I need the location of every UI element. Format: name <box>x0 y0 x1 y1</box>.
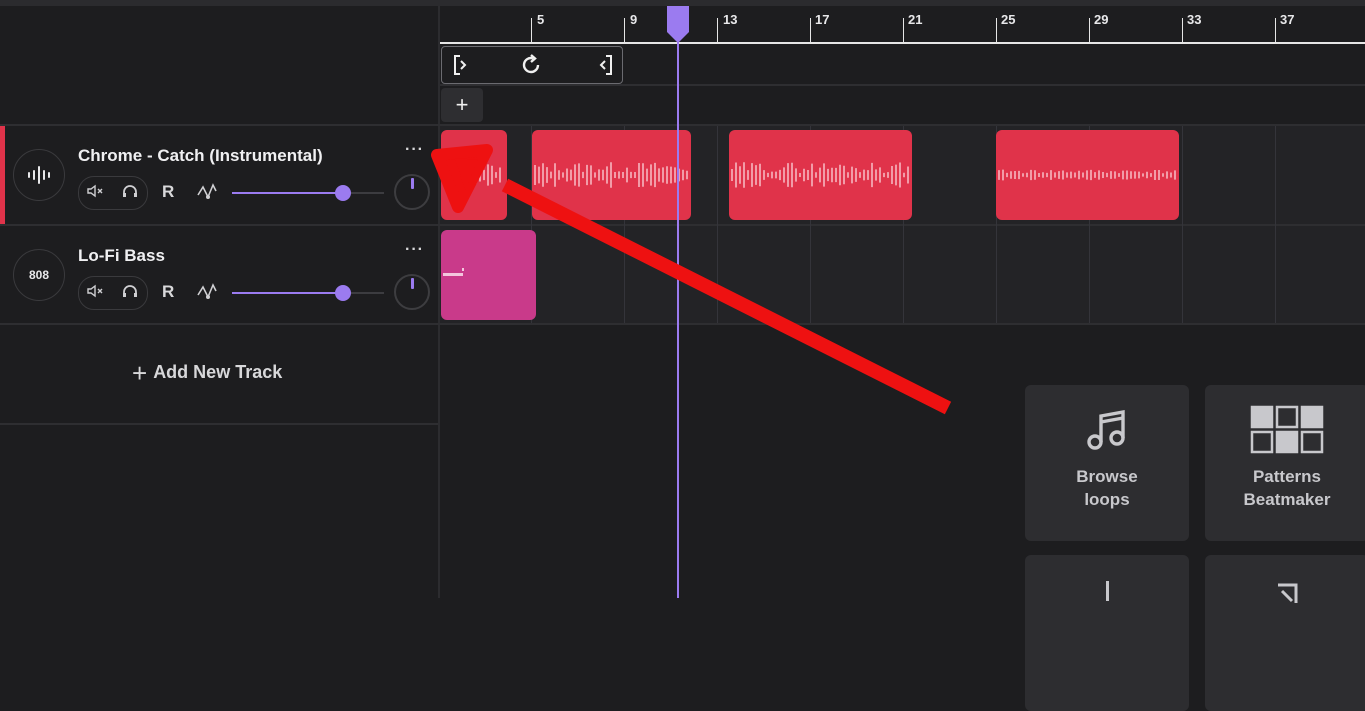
headphones-icon[interactable] <box>121 284 139 303</box>
pattern-grid-icon <box>1250 405 1324 455</box>
automation-icon[interactable] <box>196 281 218 308</box>
ruler-bar-label: 5 <box>537 12 545 27</box>
selected-track-indicator <box>0 126 5 224</box>
ruler-tick <box>1182 18 1183 42</box>
audio-clip[interactable] <box>532 130 691 220</box>
volume-slider[interactable] <box>232 285 384 301</box>
ruler-tick <box>717 18 718 42</box>
audio-clip[interactable] <box>996 130 1179 220</box>
mute-icon[interactable] <box>87 184 105 203</box>
ruler-bar-label: 33 <box>1187 12 1202 27</box>
divider <box>440 84 1365 86</box>
volume-thumb[interactable] <box>335 285 351 301</box>
grid-line <box>717 126 718 323</box>
track-menu-button[interactable]: ··· <box>405 141 424 159</box>
ruler-tick <box>1275 18 1276 42</box>
track-name[interactable]: Chrome - Catch (Instrumental) <box>78 146 323 166</box>
pan-indicator <box>411 178 414 189</box>
record-card[interactable] <box>1025 555 1189 711</box>
ruler-tick <box>531 18 532 42</box>
ruler-tick <box>1089 18 1090 42</box>
volume-fill <box>232 192 343 194</box>
mute-icon[interactable] <box>87 284 105 303</box>
midi-clip[interactable] <box>441 230 536 320</box>
ruler-bar-label: 37 <box>1280 12 1295 27</box>
ruler-tick <box>810 18 811 42</box>
ruler-tick <box>903 18 904 42</box>
audio-clip[interactable] <box>441 130 507 220</box>
808-avatar: 808 <box>13 249 65 301</box>
headphones-icon[interactable] <box>121 184 139 203</box>
volume-thumb[interactable] <box>335 185 351 201</box>
volume-slider[interactable] <box>232 185 384 201</box>
mute-solo-group <box>78 176 148 210</box>
track-header[interactable]: Chrome - Catch (Instrumental) ··· R <box>0 126 438 224</box>
waveform <box>998 169 1176 181</box>
loop-icon[interactable] <box>517 51 545 79</box>
music-note-icon <box>1084 405 1130 455</box>
playhead-line <box>677 30 679 598</box>
waveform-icon <box>13 149 65 201</box>
add-marker-button[interactable]: + <box>441 88 483 122</box>
divider <box>0 423 438 425</box>
track-name[interactable]: Lo-Fi Bass <box>78 246 165 266</box>
pan-knob[interactable] <box>394 274 430 310</box>
mute-solo-group <box>78 276 148 310</box>
waveform <box>534 162 688 188</box>
browse-loops-card[interactable]: Browse loops <box>1025 385 1189 541</box>
ruler-bar-label: 17 <box>815 12 830 27</box>
pan-indicator <box>411 278 414 289</box>
ruler-bar-label: 25 <box>1001 12 1016 27</box>
patterns-beatmaker-card[interactable]: Patterns Beatmaker <box>1205 385 1365 541</box>
track-header[interactable]: 808 Lo-Fi Bass ··· R <box>0 226 438 324</box>
record-arm-button[interactable]: R <box>162 282 174 302</box>
record-arm-button[interactable]: R <box>162 182 174 202</box>
midi-note <box>462 268 464 271</box>
ruler-bar-label: 9 <box>630 12 638 27</box>
plus-icon: + <box>132 357 148 388</box>
import-icon <box>1272 583 1302 608</box>
midi-note <box>443 273 463 276</box>
track-menu-button[interactable]: ··· <box>405 241 424 259</box>
bracket-start-icon[interactable] <box>448 51 476 79</box>
add-new-track-label: Add New Track <box>153 362 283 382</box>
ruler-tick <box>996 18 997 42</box>
loop-controls <box>441 46 623 84</box>
card-label: Patterns Beatmaker <box>1243 467 1331 509</box>
import-card[interactable] <box>1205 555 1365 711</box>
ruler-baseline <box>440 42 1365 44</box>
pan-knob[interactable] <box>394 174 430 210</box>
microphone-icon <box>1105 581 1109 601</box>
automation-icon[interactable] <box>196 181 218 208</box>
ruler-bar-label: 13 <box>723 12 738 27</box>
waveform <box>443 163 501 187</box>
playhead-handle[interactable] <box>665 6 691 49</box>
ruler-bar-label: 21 <box>908 12 923 27</box>
grid-line <box>1182 126 1183 323</box>
plus-icon: + <box>455 92 469 117</box>
grid-line <box>1275 126 1276 323</box>
waveform <box>731 162 909 188</box>
bracket-end-icon[interactable] <box>590 51 618 79</box>
ruler-bar-label: 29 <box>1094 12 1109 27</box>
add-new-track-button[interactable]: + Add New Track <box>132 357 283 388</box>
volume-fill <box>232 292 343 294</box>
card-label: Browse loops <box>1076 467 1138 509</box>
ruler-tick <box>624 18 625 42</box>
audio-clip[interactable] <box>729 130 912 220</box>
